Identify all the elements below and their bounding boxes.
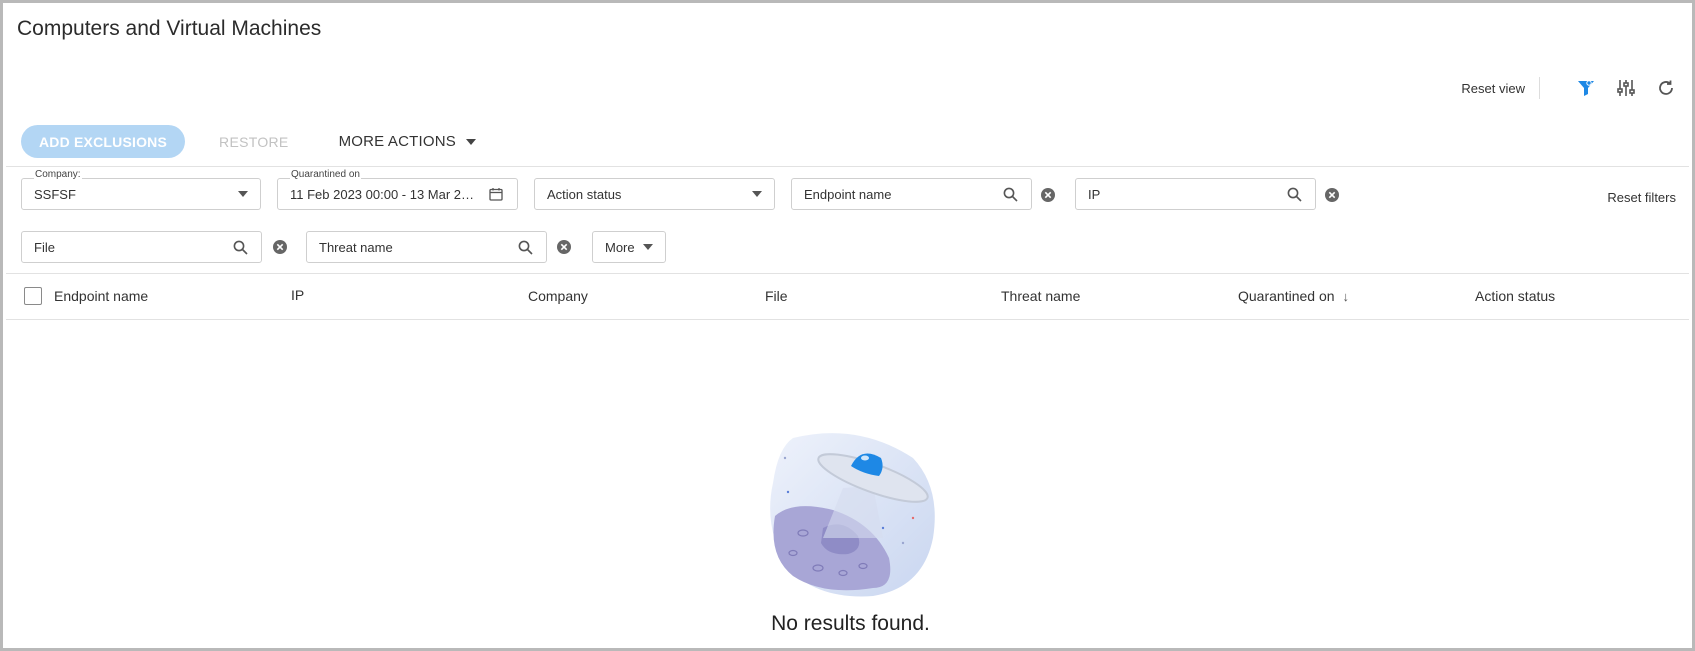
endpoint-name-placeholder: Endpoint name — [804, 186, 892, 202]
company-value: SSFSF — [34, 186, 76, 202]
reset-view-link[interactable]: Reset view — [1461, 81, 1525, 96]
column-settings-icon[interactable] — [1614, 76, 1638, 100]
checkbox[interactable] — [24, 287, 42, 305]
column-header-endpoint-name[interactable]: Endpoint name — [54, 288, 148, 304]
search-icon — [231, 238, 249, 256]
threat-name-input[interactable]: Threat name — [306, 231, 547, 263]
more-actions-button[interactable]: MORE ACTIONS — [339, 133, 476, 150]
file-input[interactable]: File — [21, 231, 262, 263]
empty-state-ufo-illustration — [770, 433, 935, 597]
restore-button[interactable]: RESTORE — [219, 134, 289, 150]
endpoint-name-input[interactable]: Endpoint name — [791, 178, 1032, 210]
threat-name-placeholder: Threat name — [319, 239, 393, 255]
quarantined-on-header-label: Quarantined on — [1238, 288, 1335, 304]
empty-state-message: No results found. — [771, 612, 930, 635]
column-header-action-status[interactable]: Action status — [1475, 288, 1555, 304]
refresh-icon[interactable] — [1654, 76, 1678, 100]
company-select[interactable]: Company: SSFSF — [21, 169, 261, 210]
column-header-company[interactable]: Company — [528, 288, 588, 304]
action-bar: ADD EXCLUSIONS RESTORE MORE ACTIONS — [21, 125, 476, 158]
search-icon — [1285, 185, 1303, 203]
reset-filters-link[interactable]: Reset filters — [1607, 190, 1676, 205]
clear-ip-icon[interactable] — [1324, 187, 1340, 203]
toolbar-divider — [1539, 77, 1540, 99]
app-window: Computers and Virtual Machines Reset vie… — [0, 0, 1695, 651]
chevron-down-icon — [466, 138, 476, 145]
ip-placeholder: IP — [1088, 186, 1101, 202]
company-label: Company: — [34, 169, 82, 180]
column-header-file[interactable]: File — [765, 288, 788, 304]
chevron-down-icon — [752, 191, 762, 197]
divider — [6, 319, 1689, 320]
more-filters-button[interactable]: More — [592, 231, 666, 263]
clear-endpoint-name-icon[interactable] — [1040, 187, 1056, 203]
chevron-down-icon — [238, 191, 248, 197]
add-exclusions-button[interactable]: ADD EXCLUSIONS — [21, 125, 186, 158]
search-icon — [1001, 185, 1019, 203]
file-placeholder: File — [34, 239, 55, 255]
calendar-icon[interactable] — [487, 185, 505, 203]
quarantined-on-date-range[interactable]: Quarantined on 11 Feb 2023 00:00 - 13 Ma… — [277, 169, 518, 210]
clear-threat-name-icon[interactable] — [556, 239, 572, 255]
sort-desc-icon: ↓ — [1342, 288, 1350, 304]
more-actions-label: MORE ACTIONS — [338, 133, 456, 150]
action-status-placeholder: Action status — [547, 186, 622, 202]
chevron-down-icon — [643, 244, 653, 250]
view-toolbar: Reset view — [1461, 73, 1678, 103]
column-header-quarantined-on[interactable]: Quarantined on ↓ — [1238, 288, 1349, 304]
select-all-checkbox[interactable] — [24, 287, 42, 305]
more-filters-label: More — [605, 239, 635, 255]
divider — [6, 166, 1689, 167]
ip-input[interactable]: IP — [1075, 178, 1316, 210]
divider — [6, 273, 1689, 274]
search-icon — [516, 238, 534, 256]
quarantined-on-label: Quarantined on — [290, 169, 361, 180]
column-header-ip[interactable]: IP — [291, 287, 304, 303]
column-header-threat-name[interactable]: Threat name — [1001, 288, 1080, 304]
action-status-select[interactable]: Action status — [534, 178, 775, 210]
page-title: Computers and Virtual Machines — [17, 17, 322, 40]
filter-icon[interactable] — [1574, 76, 1598, 100]
clear-file-icon[interactable] — [272, 239, 288, 255]
quarantined-on-value: 11 Feb 2023 00:00 - 13 Mar 2023 1... — [290, 186, 481, 202]
